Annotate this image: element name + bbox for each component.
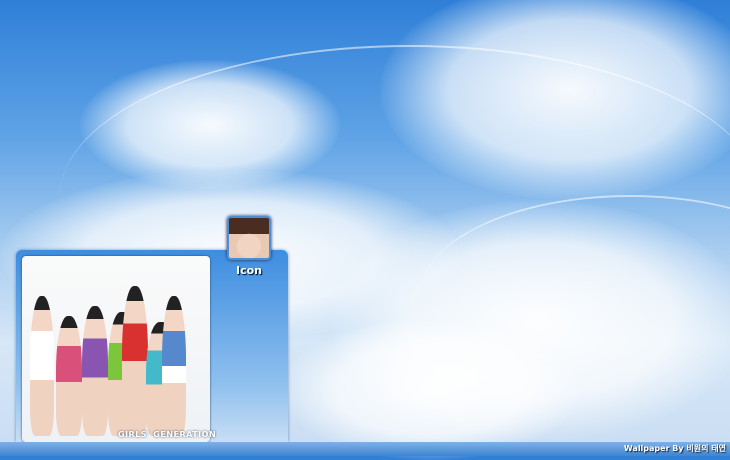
group-photo (22, 256, 210, 442)
bottom-bar (0, 442, 730, 456)
portrait-icon (227, 216, 271, 260)
wallpaper-credit: Wallpaper By 비원의 태연 (623, 444, 726, 453)
desktop-icon[interactable] (226, 216, 272, 262)
desktop-icon-label[interactable]: Icon (224, 264, 274, 277)
photo-caption: GIRLS' GENERATION (118, 430, 217, 439)
